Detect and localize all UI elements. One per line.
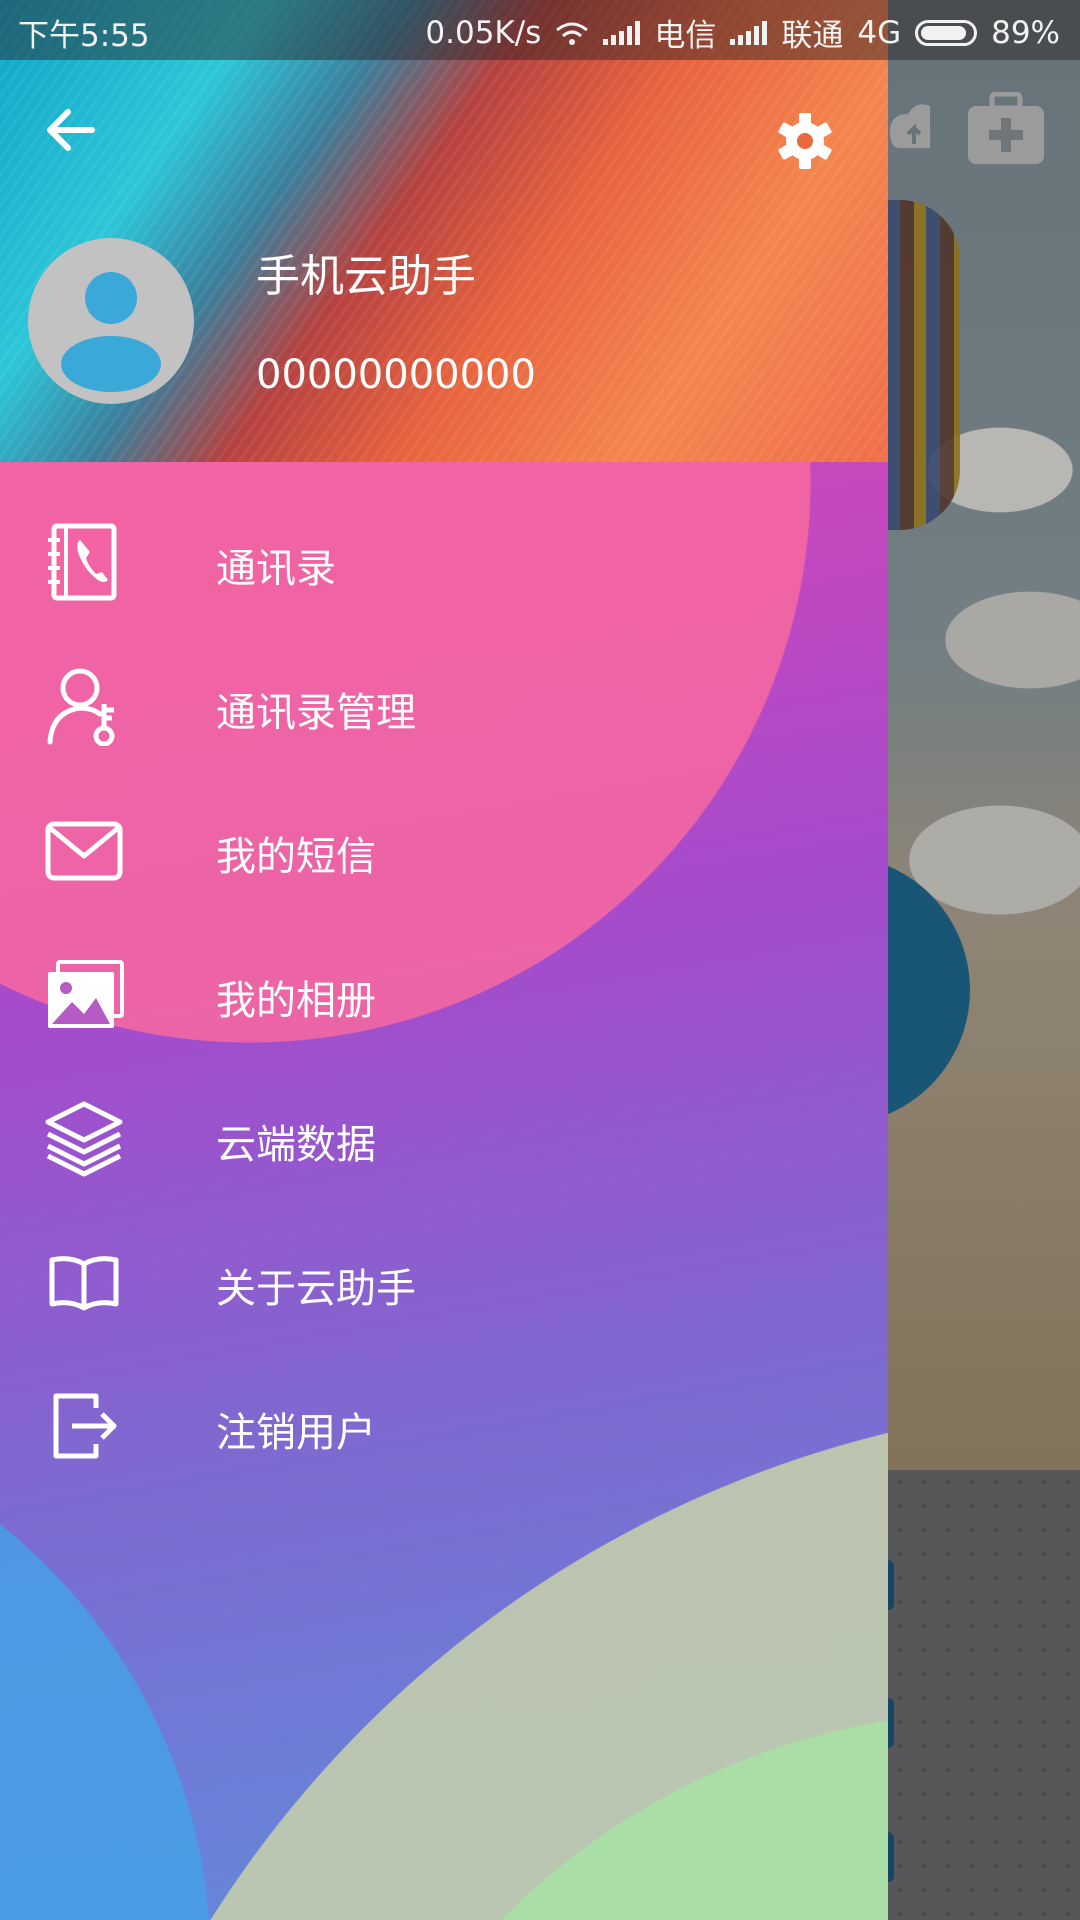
- drawer-menu: 通讯录 通讯录管理 我的短信 我的相册 云端数据 关于云助手 注销用户: [0, 486, 888, 1494]
- drawer-header: 手机云助手 00000000000: [0, 0, 888, 462]
- layers-icon: [45, 1101, 123, 1177]
- arrow-left-icon[interactable]: [40, 100, 100, 160]
- navigation-drawer: 手机云助手 00000000000 通讯录 通讯录管理 我的短信 我的相册 云端…: [0, 0, 888, 1920]
- menu-item-logout[interactable]: 注销用户: [0, 1350, 888, 1494]
- screen: 手机云助手 00000000000 通讯录 通讯录管理 我的短信 我的相册 云端…: [0, 0, 1080, 1920]
- menu-item-label: 我的短信: [216, 834, 376, 880]
- carrier-2: 联通: [781, 18, 844, 54]
- menu-item-label: 通讯录: [216, 546, 336, 592]
- drawer-scrim[interactable]: [888, 0, 1080, 1920]
- wifi-icon: [556, 22, 589, 45]
- menu-item-contacts-management[interactable]: 通讯录管理: [0, 630, 888, 774]
- person-icon: [61, 272, 161, 392]
- menu-item-label: 我的相册: [216, 978, 376, 1024]
- app-name: 手机云助手: [256, 251, 476, 302]
- carrier-1: 电信: [654, 18, 717, 54]
- battery-percent: 89%: [991, 14, 1060, 51]
- open-book-icon: [49, 1256, 119, 1311]
- avatar[interactable]: [28, 238, 194, 404]
- address-book-icon: [48, 523, 117, 601]
- menu-item-my-messages[interactable]: 我的短信: [0, 774, 888, 918]
- logout-icon: [53, 1393, 117, 1459]
- network-speed: 0.05K/s: [425, 14, 542, 51]
- menu-item-cloud-data[interactable]: 云端数据: [0, 1062, 888, 1206]
- status-bar: 下午5:55 0.05K/s 电信 联通 4G 89%: [0, 0, 1080, 60]
- user-phone-number: 00000000000: [256, 352, 536, 398]
- user-key-icon: [47, 668, 115, 746]
- menu-item-label: 关于云助手: [216, 1266, 416, 1312]
- menu-item-my-album[interactable]: 我的相册: [0, 918, 888, 1062]
- gear-icon[interactable]: [776, 112, 834, 170]
- envelope-icon: [45, 821, 123, 881]
- signal-strength-icon: [603, 20, 641, 45]
- status-time: 下午5:55: [18, 18, 150, 54]
- signal-strength-icon: [730, 20, 768, 45]
- battery-icon: [915, 19, 978, 46]
- status-indicators: 0.05K/s 电信 联通 4G 89%: [425, 10, 1060, 55]
- network-type: 4G: [857, 14, 902, 51]
- menu-item-contacts[interactable]: 通讯录: [0, 486, 888, 630]
- menu-item-label: 云端数据: [216, 1122, 376, 1168]
- menu-item-label: 注销用户: [216, 1410, 376, 1456]
- menu-item-about[interactable]: 关于云助手: [0, 1206, 888, 1350]
- menu-item-label: 通讯录管理: [216, 690, 416, 736]
- photo-album-icon: [48, 960, 124, 1028]
